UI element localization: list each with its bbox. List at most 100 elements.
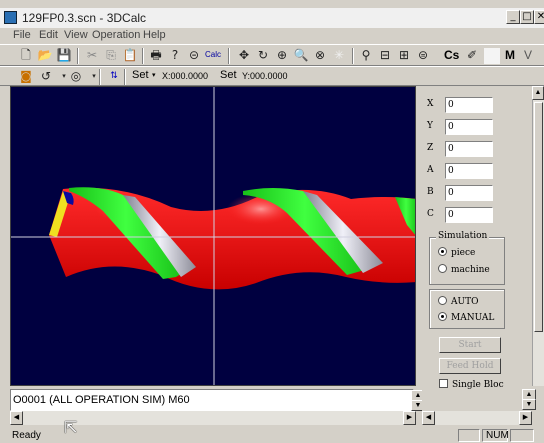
axis-a-input[interactable]: 0 (445, 163, 493, 179)
radio-dot (438, 247, 447, 256)
control-panel: X 0 Y 0 Z 0 A 0 B 0 C 0 Simulation piece (419, 86, 532, 390)
axis-z-input[interactable]: 0 (445, 141, 493, 157)
print-icon[interactable]: 🖶 (148, 48, 164, 63)
window-title: 129FP0.3.scn - 3DCalc (22, 11, 147, 25)
close-button[interactable]: ✕ (534, 10, 544, 24)
x-readout: X:000.0000 (162, 71, 209, 81)
axis-x-input[interactable]: 0 (445, 97, 493, 113)
radio-dot (438, 296, 447, 305)
main-toolbar: 🗋 📂 💾 ✂ ⎘ 📋 🖶 ? ⊝ Calc ✥ ↻ ⊕ 🔍 ⊗ ✳ ⚲ ⊟ ⊞… (0, 44, 544, 66)
tool-view-3-icon[interactable]: ⊜ (415, 48, 431, 63)
simulation-group: Simulation piece machine (429, 231, 505, 285)
axis-y-input[interactable]: 0 (445, 119, 493, 135)
menu-edit[interactable]: Edit (39, 29, 58, 41)
camera-icon[interactable]: ◙ (18, 69, 34, 84)
maximize-button[interactable]: □ (520, 10, 534, 24)
3d-viewport[interactable] (10, 86, 416, 386)
radio-manual[interactable]: MANUAL (438, 312, 494, 323)
axis-row-c: C 0 (427, 207, 497, 223)
v-button[interactable]: V (524, 48, 532, 62)
axis-b-input[interactable]: 0 (445, 185, 493, 201)
status-num: NUM (482, 429, 509, 442)
axis-label: Z (427, 143, 434, 153)
cs-button[interactable]: Cs (444, 48, 459, 62)
start-button[interactable]: Start (439, 337, 501, 353)
scroll-thumb[interactable] (534, 102, 543, 332)
side-scroll-left-icon[interactable]: ◀ (422, 411, 435, 425)
radio-label: AUTO (451, 297, 479, 307)
sort-icon[interactable]: ⇅ (106, 69, 122, 84)
menu-help[interactable]: Help (143, 29, 166, 41)
nc-code-line: O0001 (ALL OPERATION SIM) M60 (13, 394, 190, 406)
panel-scrollbar[interactable]: ▲ (532, 86, 544, 386)
help-icon[interactable]: ? (167, 48, 183, 63)
pan-icon[interactable]: ✥ (236, 48, 252, 63)
axis-row-a: A 0 (427, 163, 497, 179)
axis-c-input[interactable]: 0 (445, 207, 493, 223)
axis-label: B (427, 187, 434, 197)
probe-icon[interactable]: ⚲ (358, 48, 374, 63)
radio-auto[interactable]: AUTO (438, 296, 478, 307)
scroll-right-icon[interactable]: ▶ (403, 411, 416, 425)
new-file-icon[interactable]: 🗋 (18, 48, 34, 63)
menu-operation[interactable]: Operation (92, 29, 140, 41)
minimize-button[interactable]: _ (506, 10, 520, 24)
status-bar: Ready NUM (0, 427, 544, 443)
radio-piece[interactable]: piece (438, 247, 475, 258)
status-pane (510, 429, 534, 442)
mouse-cursor-icon: ⇱ (64, 418, 78, 437)
title-bar[interactable]: 129FP0.3.scn - 3DCalc _ □ ✕ (0, 8, 544, 28)
tool-view-2-icon[interactable]: ⊞ (396, 48, 412, 63)
axis-label: Y (427, 121, 433, 131)
toolbar-separator (228, 48, 230, 64)
orbit-icon[interactable]: ↺ (38, 69, 54, 84)
m-button[interactable]: M (505, 48, 515, 62)
axis-label: A (427, 165, 434, 175)
tool-icon[interactable]: ⊝ (186, 48, 202, 63)
tool-view-1-icon[interactable]: ⊟ (377, 48, 393, 63)
set-y-button[interactable]: Set (220, 69, 237, 81)
app-icon (4, 11, 17, 24)
feed-hold-button[interactable]: Feed Hold (439, 358, 501, 374)
calc-button[interactable]: Calc (205, 50, 221, 59)
toolbar-separator (99, 69, 101, 85)
radio-dot (438, 312, 447, 321)
tool-rendering (11, 87, 415, 385)
open-folder-icon[interactable]: 📂 (37, 48, 53, 63)
side-scroll-right-icon[interactable]: ▶ (519, 411, 532, 425)
edit-tool-icon[interactable]: ✐ (464, 48, 480, 63)
zoom-icon[interactable]: 🔍 (293, 48, 309, 63)
checkbox-box (439, 379, 448, 388)
y-readout: Y:000.0000 (242, 71, 288, 81)
light-icon[interactable]: ✳ (331, 48, 347, 63)
menu-file[interactable]: File (13, 29, 31, 41)
toolbar-separator (352, 48, 354, 64)
cut-icon[interactable]: ✂ (84, 48, 100, 63)
scroll-up-icon[interactable]: ▲ (532, 86, 544, 100)
copy-icon[interactable]: ⎘ (103, 48, 119, 63)
save-icon[interactable]: 💾 (56, 48, 72, 63)
set-x-dropdown-icon[interactable]: ▾ (152, 71, 156, 79)
rotate-icon[interactable]: ↻ (255, 48, 271, 63)
radio-label: MANUAL (451, 313, 495, 323)
side-scroll-down-icon[interactable]: ▼ (522, 399, 536, 410)
menu-bar: File Edit View Operation Help (0, 28, 544, 44)
set-x-button[interactable]: Set (132, 69, 149, 81)
axis-label: X (427, 99, 434, 109)
toolbar-separator (142, 48, 144, 64)
scroll-left-icon[interactable]: ◀ (10, 411, 23, 425)
zoom-fit-icon[interactable]: ⊗ (312, 48, 328, 63)
radio-machine[interactable]: machine (438, 264, 490, 275)
menu-view[interactable]: View (64, 29, 88, 41)
target-icon[interactable]: ◎ (68, 69, 84, 84)
paste-icon[interactable]: 📋 (122, 48, 138, 63)
code-side-panel: ▲ ▼ (422, 389, 536, 411)
toolbar-separator (77, 48, 79, 64)
zoom-window-icon[interactable]: ⊕ (274, 48, 290, 63)
side-horizontal-scrollbar[interactable]: ◀ ▶ (422, 411, 532, 425)
mode-group: AUTO MANUAL (429, 289, 505, 329)
app-window: 129FP0.3.scn - 3DCalc _ □ ✕ File Edit Vi… (0, 0, 544, 443)
blank-toolbar-slot[interactable] (484, 48, 500, 64)
toolbar-separator (124, 69, 126, 85)
secondary-toolbar: ◙ ↺ ▾ ◎ ▾ ⇅ Set ▾ X:000.0000 Set Y:000.0… (0, 66, 544, 86)
